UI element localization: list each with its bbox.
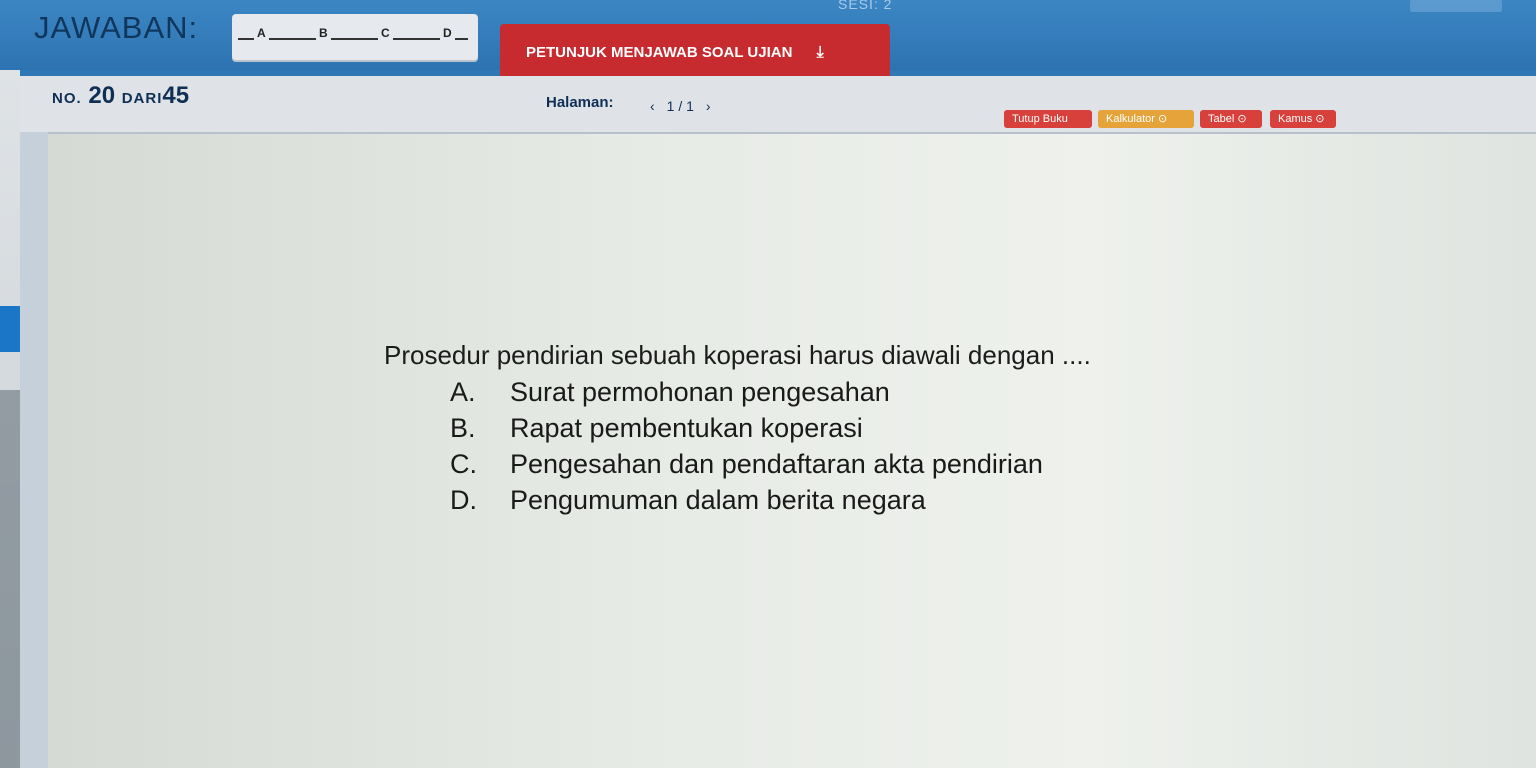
choice-letter: D. (450, 485, 477, 515)
answer-selector[interactable]: A B C D (232, 14, 478, 62)
choice-d[interactable]: D. Pengumuman dalam berita negara (450, 482, 1043, 518)
prev-page-icon[interactable]: ‹ (650, 98, 655, 114)
answer-choices: A. Surat permohonan pengesahan B. Rapat pe… (450, 374, 1043, 518)
table-button[interactable]: Tabel ⊙ (1200, 110, 1262, 128)
next-page-icon[interactable]: › (706, 98, 711, 114)
choice-c[interactable]: C. Pengesahan dan pendaftaran akta pendir… (450, 446, 1043, 482)
question-text: Prosedur pendirian sebuah koperasi harus… (384, 340, 1091, 370)
choice-letter: B. (450, 413, 476, 443)
pager: ‹ 1 / 1 › (650, 98, 711, 114)
question-meta-bar: NO. 20 DARI45 Halaman: ‹ 1 / 1 › Tutup B… (20, 76, 1536, 134)
choice-text: Rapat pembentukan koperasi (510, 413, 863, 443)
instructions-button[interactable]: PETUNJUK MENJAWAB SOAL UJIAN ⤓ (500, 24, 890, 82)
choice-a[interactable]: A. Surat permohonan pengesahan (450, 374, 1043, 410)
question-number-value: 20 (88, 82, 116, 109)
session-label: SESI: 2 (838, 0, 893, 12)
answer-option-a[interactable]: A (254, 26, 269, 40)
choice-text: Pengesahan dan pendaftaran akta pendiria… (510, 449, 1043, 479)
question-total: 45 (162, 82, 190, 109)
choice-letter: A. (450, 377, 476, 407)
choice-letter: C. (450, 449, 477, 479)
dictionary-button[interactable]: Kamus ⊙ (1270, 110, 1336, 128)
choice-b[interactable]: B. Rapat pembentukan koperasi (450, 410, 1043, 446)
instructions-button-label: PETUNJUK MENJAWAB SOAL UJIAN (526, 44, 793, 61)
answer-option-c[interactable]: C (378, 26, 393, 40)
page-label: Halaman: (546, 94, 614, 111)
question-number: NO. 20 DARI45 (52, 82, 189, 110)
close-book-button[interactable]: Tutup Buku (1004, 110, 1092, 128)
left-sidebar-shadow (0, 390, 20, 768)
choice-text: Pengumuman dalam berita negara (510, 485, 926, 515)
download-icon: ⤓ (816, 44, 824, 62)
answer-selector-line (238, 38, 468, 40)
top-header: SESI: 2 JAWABAN: A B C D PETUNJUK MENJAW… (0, 0, 1536, 82)
calculator-button[interactable]: Kalkulator ⊙ (1098, 110, 1194, 128)
content-left-frame (20, 132, 48, 768)
top-right-tag (1410, 0, 1502, 12)
page-indicator: 1 / 1 (666, 98, 694, 114)
answer-label: JAWABAN: (34, 10, 199, 45)
left-sidebar-toggle[interactable] (0, 306, 20, 352)
answer-option-d[interactable]: D (440, 26, 455, 40)
question-number-prefix: NO. (52, 90, 82, 107)
choice-text: Surat permohonan pengesahan (510, 377, 890, 407)
question-number-dari: DARI (121, 90, 163, 107)
answer-option-b[interactable]: B (316, 26, 331, 40)
question-area: Prosedur pendirian sebuah koperasi harus… (48, 134, 1536, 768)
